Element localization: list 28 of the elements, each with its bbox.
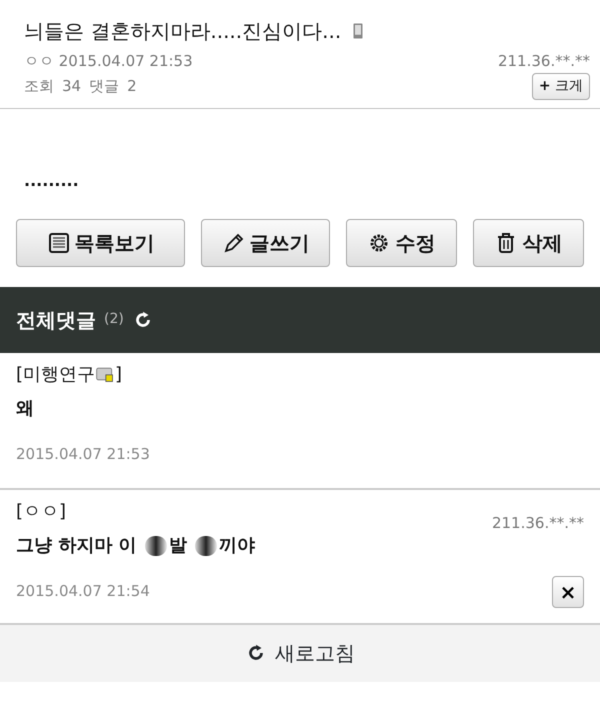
comments-heading: 전체댓글 [16,306,96,334]
censor-mark [144,536,167,556]
zoom-button[interactable]: + 크게 [532,72,590,100]
list-icon [46,230,71,254]
comment-date: 2015.04.07 21:53 [16,444,150,466]
commenter-name: [미행연구 [16,362,96,386]
comments-count: (2) [104,310,124,329]
action-button[interactable]: 목록보기 [16,218,186,266]
comments-label: 댓글 [89,76,120,97]
post-title: 늬들은 결혼하지마라.....진심이다... [24,18,342,45]
action-button[interactable]: 수정 [346,218,457,266]
commenter-name: [ㅇㅇ] [16,500,66,524]
views-label: 조회 [24,76,54,97]
comment-text: 왜 [16,396,35,420]
author-date: ㅇㅇ 2015.04.07 21:53 [24,51,193,72]
bracket: ] [115,362,122,386]
censor-mark [195,536,218,556]
ip-address: 211.36.**.** [492,512,584,534]
action-button[interactable]: 삭제 [472,218,584,266]
delete-button[interactable]: × [552,576,584,608]
post-body: ......... [23,170,80,192]
ip-address: 211.36.**.** [498,51,590,72]
comment-date: 2015.04.07 21:54 [16,581,150,602]
refresh-button[interactable]: 새로고침 [233,632,367,674]
action-button[interactable]: 글쓰기 [201,218,330,266]
comment-text: 그냥 하지마 이 발 끼야 [16,534,256,558]
views-count: 34 [62,76,82,97]
comments-count: 2 [127,76,137,97]
